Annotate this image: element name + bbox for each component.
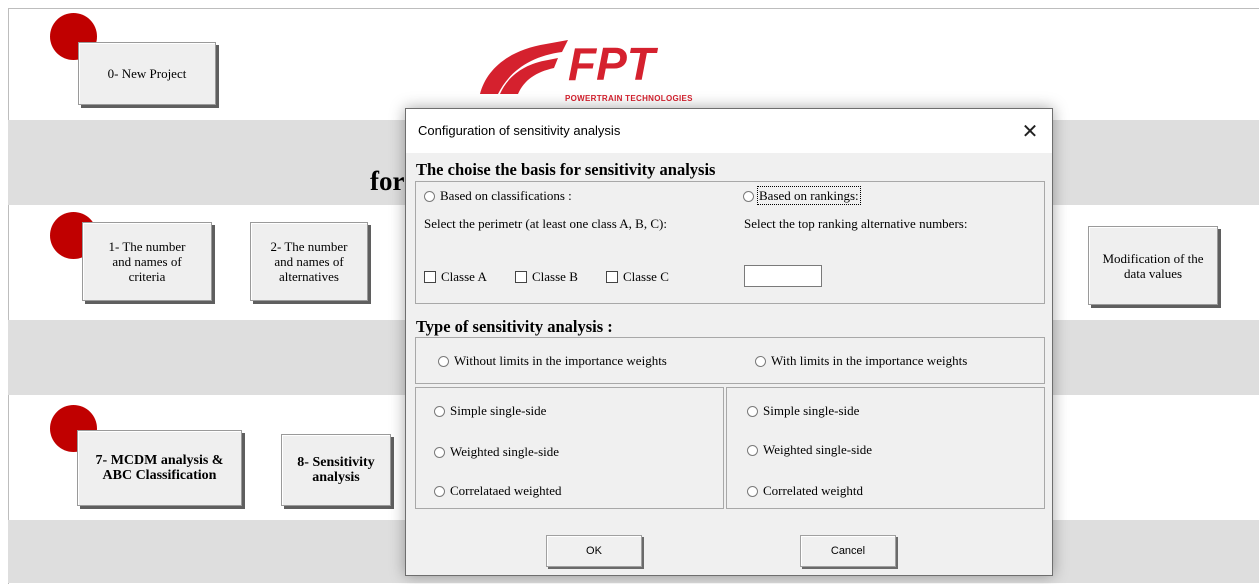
radio-icon [434,405,445,417]
classe-c-checkbox[interactable]: Classe C [606,269,669,285]
left-correlated-label: Correlataed weighted [450,483,562,498]
rankings-radio-label: Based on rankings: [757,186,861,205]
without-limits-radio[interactable]: Without limits in the importance weights [438,353,667,369]
dialog-title: Configuration of sensitivity analysis [418,123,621,138]
alternatives-label-2: and names of [274,254,344,269]
criteria-label-3: criteria [128,269,166,284]
cancel-button[interactable]: Cancel [800,535,896,567]
new-project-label: 0- New Project [107,66,187,81]
close-icon[interactable]: ✕ [1014,116,1046,146]
criteria-label-2: and names of [112,254,182,269]
radio-icon [434,446,445,458]
left-options-frame: Simple single-side Weighted single-side … [415,387,724,509]
without-limits-label: Without limits in the importance weights [454,353,667,368]
right-weighted-label: Weighted single-side [763,442,873,457]
modification-label-2: data values [1123,265,1183,281]
basis-frame: Based on classifications : Based on rank… [415,181,1045,304]
modification-label-1: Modification of the [1102,250,1204,266]
classe-b-checkbox[interactable]: Classe B [515,269,578,285]
type-header: Type of sensitivity analysis : [416,317,613,336]
select-top-ranking-label: Select the top ranking alternative numbe… [744,216,968,231]
classe-a-label: Classe A [441,269,487,284]
right-correlated-radio[interactable]: Correlated weightd [747,483,863,499]
radio-icon [747,444,758,456]
rankings-radio[interactable]: Based on rankings: [743,186,861,205]
left-simple-label: Simple single-side [450,403,547,418]
right-options-frame: Simple single-side Weighted single-side … [726,387,1045,509]
right-simple-label: Simple single-side [763,403,860,418]
radio-icon [434,485,445,497]
select-perimeter-label: Select the perimetr (at least one class … [424,216,667,231]
limits-frame: Without limits in the importance weights… [415,337,1045,384]
criteria-button[interactable]: 1- The number and names of criteria [82,222,212,301]
alternatives-button[interactable]: 2- The number and names of alternatives [250,222,368,301]
left-weighted-label: Weighted single-side [450,444,560,459]
checkbox-icon [424,271,436,284]
classe-a-checkbox[interactable]: Classe A [424,269,487,285]
criteria-label-1: 1- The number [108,239,186,254]
top-ranking-input[interactable] [744,265,822,287]
fpt-logo-graphic: FPT [480,38,659,94]
radio-icon [747,485,758,497]
alternatives-label-1: 2- The number [270,239,348,254]
fpt-subtitle: POWERTRAIN TECHNOLOGIES [565,94,693,103]
mcdm-analysis-button[interactable]: 7- MCDM analysis & ABC Classification [77,430,242,506]
radio-icon [747,405,758,417]
left-correlated-radio[interactable]: Correlataed weighted [434,483,562,499]
sensitivity-label-2: analysis [312,470,360,485]
with-limits-radio[interactable]: With limits in the importance weights [755,353,967,369]
right-simple-radio[interactable]: Simple single-side [747,403,859,419]
fpt-wordmark: FPT [568,38,659,90]
checkbox-icon [515,271,527,284]
classe-c-label: Classe C [623,269,669,284]
mcdm-label-2: ABC Classification [102,468,217,483]
with-limits-radio-icon [755,355,766,367]
fpt-logo: FPT POWERTRAIN TECHNOLOGIES [474,36,736,106]
alternatives-label-3: alternatives [279,269,339,284]
checkbox-icon [606,271,618,284]
right-weighted-radio[interactable]: Weighted single-side [747,442,872,458]
mcdm-label-1: 7- MCDM analysis & [95,453,224,468]
without-limits-radio-icon [438,355,449,367]
classifications-radio-label: Based on classifications : [440,188,572,203]
dialog-titlebar: Configuration of sensitivity analysis ✕ [406,109,1052,153]
classe-b-label: Classe B [532,269,578,284]
basis-header: The choise the basis for sensitivity ana… [416,160,716,179]
sensitivity-label-1: 8- Sensitivity [297,455,375,470]
heading-partial-text: for [370,166,405,196]
rankings-radio-icon [743,190,754,202]
left-weighted-radio[interactable]: Weighted single-side [434,444,559,460]
with-limits-label: With limits in the importance weights [771,353,968,368]
sensitivity-config-dialog: Configuration of sensitivity analysis ✕ … [405,108,1053,576]
ok-button[interactable]: OK [546,535,642,567]
left-simple-radio[interactable]: Simple single-side [434,403,546,419]
classifications-radio[interactable]: Based on classifications : [424,188,572,204]
classifications-radio-icon [424,190,435,202]
sensitivity-analysis-button[interactable]: 8- Sensitivity analysis [281,434,391,506]
right-correlated-label: Correlated weightd [763,483,863,498]
modification-button[interactable]: Modification of the data values [1088,226,1218,305]
new-project-button[interactable]: 0- New Project [78,42,216,105]
